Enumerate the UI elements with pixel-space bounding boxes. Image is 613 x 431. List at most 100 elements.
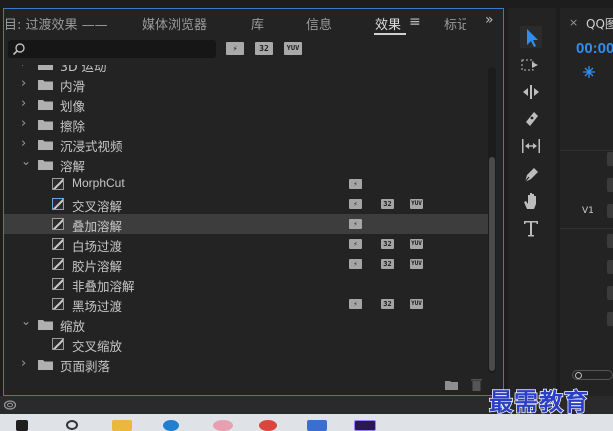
effect-folder-row[interactable]: › 页面剥落 [4,354,490,374]
tree-scrollbar[interactable] [488,67,496,373]
playhead-timecode[interactable]: 00:00 [576,40,613,57]
tab-media-browser[interactable]: 媒体浏览器 [142,14,207,33]
track-select-icon [521,59,538,71]
track-label-v1[interactable]: V1 [582,206,594,216]
timeline-sequence-tab[interactable]: QQ图 [586,15,613,32]
tab-info[interactable]: 信息 [306,14,332,33]
effect-folder-row[interactable]: ⌄ 缩放 [4,314,490,334]
track-header[interactable] [607,234,613,248]
accelerated-badge-icon: ⚡ [349,259,362,269]
transition-effect-icon [52,338,64,350]
chevron-down-icon[interactable]: ⌄ [21,314,31,328]
effect-row[interactable]: 黑场过渡 ⚡ 32 YUV [4,294,490,314]
effect-row[interactable]: 交叉溶解 ⚡ 32 YUV [4,194,490,214]
tab-library[interactable]: 库 [251,14,264,33]
windows-start-icon[interactable] [16,420,28,431]
accelerated-badge-icon: ⚡ [349,199,362,209]
yuv-filter-button[interactable]: YUV [284,42,302,55]
premiere-pro-icon[interactable] [354,420,376,431]
razor-icon [526,112,538,126]
transition-effect-icon [52,258,64,270]
status-icon[interactable] [3,398,17,412]
effect-row[interactable]: 胶片溶解 ⚡ 32 YUV [4,254,490,274]
app-icon[interactable] [213,420,233,431]
chevron-right-icon[interactable]: › [21,96,31,111]
accelerated-badge-icon: ⚡ [349,239,362,249]
effects-panel: 目: 过渡效果 —— 媒体浏览器 库 信息 效果 ≡ 标记 » ⚡ 32 YUV… [3,8,504,396]
zoom-handle[interactable] [575,372,582,379]
type-icon [524,221,538,237]
effect-row[interactable]: 白场过渡 ⚡ 32 YUV [4,234,490,254]
yuv-badge-icon: YUV [410,239,423,249]
effect-folder-row[interactable]: › 沉浸式视频 [4,134,490,154]
folder-icon [38,360,53,370]
type-tool[interactable] [520,217,542,239]
accelerated-badge-icon: ⚡ [349,219,362,229]
chevron-down-icon[interactable]: ⌄ [21,154,31,168]
effect-label: 划像 [60,99,86,114]
effect-row[interactable]: 叠加溶解 ⚡ [4,214,490,234]
slip-icon [522,139,540,153]
32bit-filter-button[interactable]: 32 [255,42,273,55]
tab-effects[interactable]: 效果 [375,14,401,33]
track-header[interactable] [607,204,613,218]
effect-folder-row[interactable]: ›3D 运动 [4,65,490,74]
effect-label: 黑场过渡 [72,299,123,314]
file-explorer-icon[interactable] [112,420,132,431]
effect-folder-row[interactable]: ⌄ 溶解 [4,154,490,174]
transition-effect-icon [52,278,64,290]
track-header[interactable] [607,152,613,166]
track-select-tool[interactable] [520,54,542,76]
selection-tool[interactable] [520,26,542,48]
track-header[interactable] [607,178,613,192]
tab-markers[interactable]: 标记 [444,14,466,33]
effect-label: 内滑 [60,79,86,94]
new-bin-icon[interactable] [445,380,458,390]
panel-overflow-icon[interactable]: » [485,12,494,28]
track-divider [560,150,613,151]
effect-folder-row[interactable]: › 擦除 [4,114,490,134]
search-icon[interactable] [66,420,78,430]
ripple-edit-tool[interactable] [520,81,542,103]
track-header[interactable] [607,312,613,326]
effect-folder-row[interactable]: › 划像 [4,94,490,114]
panel-menu-icon[interactable]: ≡ [409,14,421,30]
browser-icon[interactable] [163,420,179,431]
track-header[interactable] [607,286,613,300]
track-header[interactable] [607,260,613,274]
tree-scrollbar-thumb[interactable] [489,157,495,371]
effects-search-input[interactable] [8,40,216,58]
tab-project[interactable]: 目: 过渡效果 —— [4,14,108,33]
effect-row[interactable]: 非叠加溶解 [4,274,490,294]
effect-label: 擦除 [60,119,86,134]
chevron-right-icon[interactable]: › [21,116,31,131]
transition-effect-icon [52,218,64,230]
effect-row[interactable]: MorphCut ⚡ [4,174,490,194]
app-icon[interactable] [307,420,327,431]
slip-tool[interactable] [520,135,542,157]
app-icon[interactable] [259,420,277,431]
folder-icon [38,120,53,130]
hand-tool[interactable] [520,190,542,212]
yuv-badge-icon: YUV [410,259,423,269]
timeline-zoom-scrollbar[interactable] [572,370,613,380]
folder-icon [38,140,53,150]
delete-icon[interactable] [471,378,482,391]
effect-label: 交叉缩放 [72,339,123,354]
tools-panel [508,8,556,396]
effect-folder-row[interactable]: › 内滑 [4,74,490,94]
razor-tool[interactable] [520,108,542,130]
accelerated-effects-filter-button[interactable]: ⚡ [226,42,244,55]
chevron-right-icon[interactable]: › [21,65,31,71]
chevron-right-icon[interactable]: › [21,136,31,151]
pen-tool[interactable] [520,163,542,185]
snap-icon[interactable] [582,65,596,79]
chevron-right-icon[interactable]: › [21,356,31,371]
effect-label: 页面剥落 [60,359,111,374]
32bit-badge-icon: 32 [381,239,394,249]
effect-row[interactable]: 交叉缩放 [4,334,490,354]
timeline-close-icon[interactable]: × [569,16,578,29]
folder-icon [38,320,53,330]
effect-label: 沉浸式视频 [60,139,123,154]
chevron-right-icon[interactable]: › [21,76,31,91]
